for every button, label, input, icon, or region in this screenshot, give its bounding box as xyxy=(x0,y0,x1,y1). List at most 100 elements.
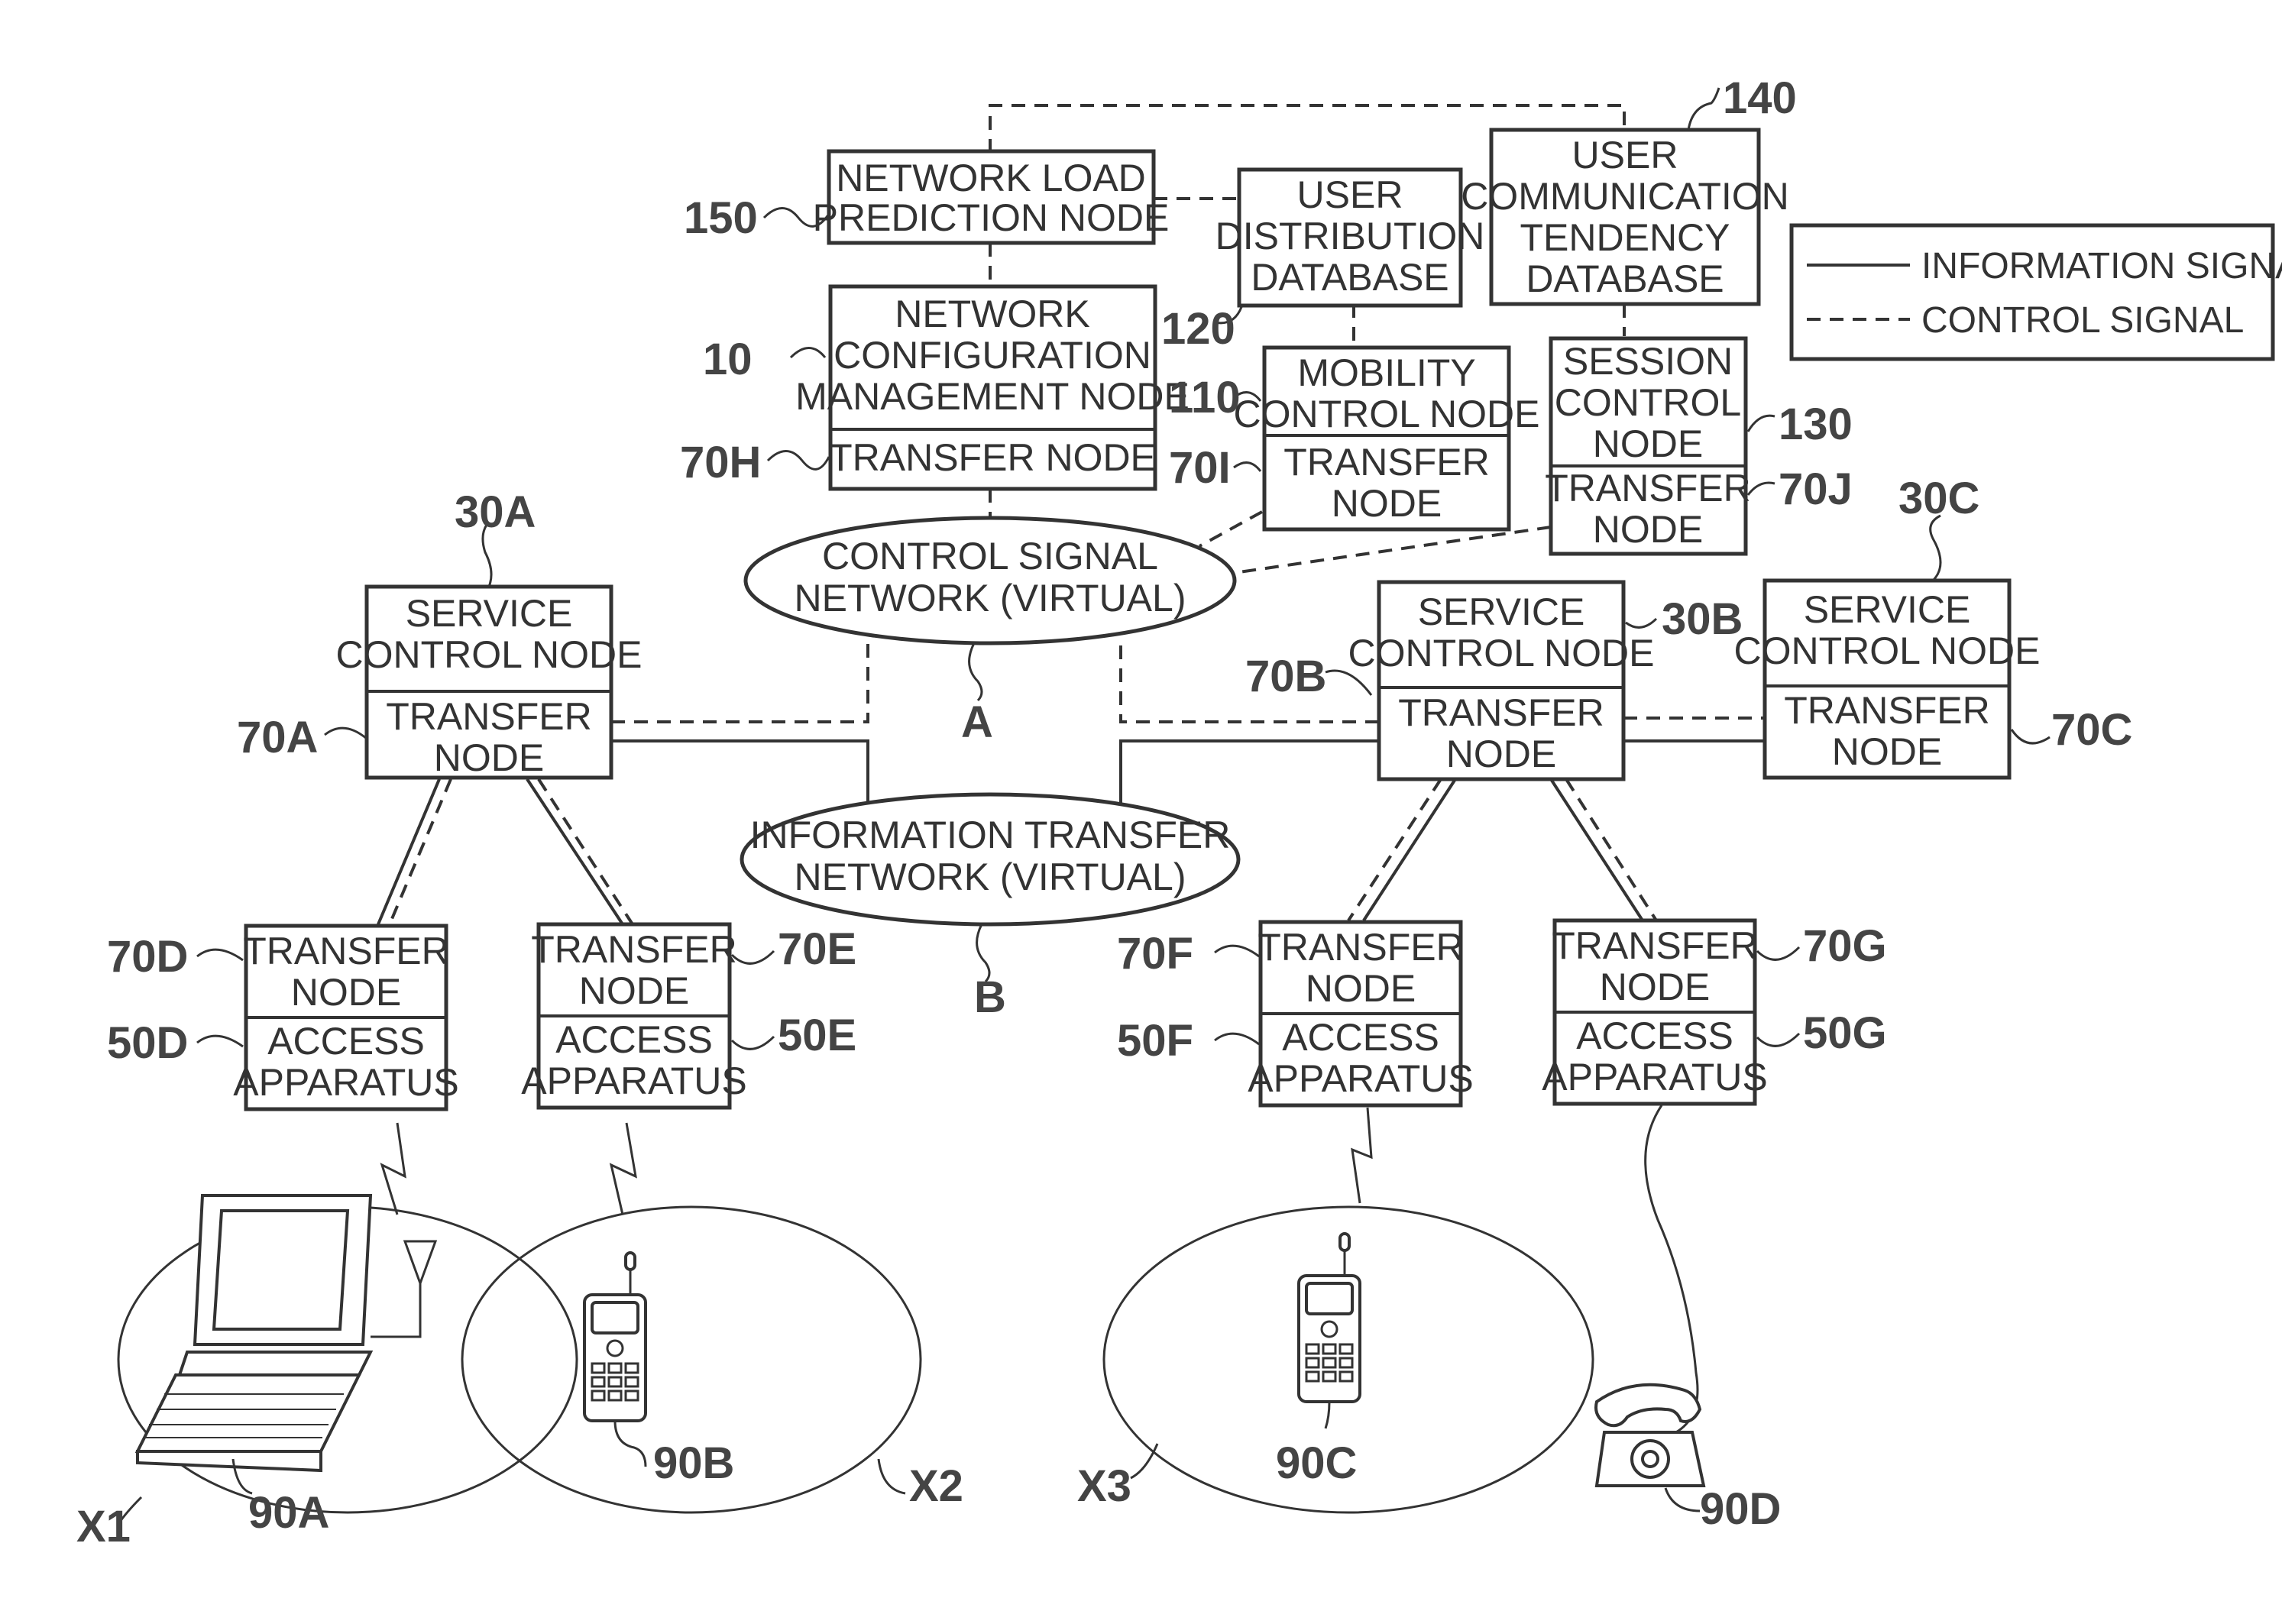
ref-50e: 50E xyxy=(778,1011,856,1060)
node-label: APPARATUS xyxy=(1248,1057,1473,1100)
ref-50g: 50G xyxy=(1803,1008,1887,1058)
user-communication-tendency-database: USER COMMUNICATION TENDENCY DATABASE 140 xyxy=(1461,73,1797,306)
ref-70b: 70B xyxy=(1245,652,1326,701)
ref-70e: 70E xyxy=(778,924,856,974)
node-label: CONTROL NODE xyxy=(1348,632,1655,675)
node-label: CONTROL NODE xyxy=(336,633,643,676)
network-load-prediction-node: NETWORK LOAD PREDICTION NODE 150 xyxy=(684,149,1170,245)
node-label: APPARATUS xyxy=(521,1059,746,1102)
node-label: SERVICE xyxy=(1804,588,1971,631)
ref-70i: 70I xyxy=(1169,443,1231,493)
wireless-link-icon xyxy=(1351,1107,1373,1204)
legend-control-signal: CONTROL SIGNAL xyxy=(1921,300,2244,341)
node-label: SESSION xyxy=(1563,340,1733,383)
area-label-x3: X3 xyxy=(1077,1461,1131,1511)
ref-50d: 50D xyxy=(107,1018,188,1068)
access-apparatus-50f: TRANSFER NODE ACCESS APPARATUS 70F 50F xyxy=(1117,920,1474,1108)
node-label: DISTRIBUTION xyxy=(1215,215,1485,257)
device-label-90d: 90D xyxy=(1700,1484,1781,1534)
node-label: MANAGEMENT NODE xyxy=(795,375,1190,418)
node-label: APPARATUS xyxy=(233,1061,458,1104)
node-label: NODE xyxy=(1332,482,1442,525)
node-label: USER xyxy=(1297,173,1403,216)
ref-110: 110 xyxy=(1169,373,1241,422)
service-control-node-30a: SERVICE CONTROL NODE SERVICE TRANSFER NO… xyxy=(237,487,643,780)
node-label: CONTROL NODE xyxy=(1234,393,1540,435)
node-label: TENDENCY xyxy=(1520,216,1730,259)
node-label: TRANSFER xyxy=(1552,924,1757,967)
node-label: TRANSFER xyxy=(1545,467,1750,510)
laptop-icon: 90A xyxy=(134,1194,438,1538)
node-label: CONTROL xyxy=(1555,381,1741,424)
ref-70a: 70A xyxy=(237,713,318,762)
node-label: SERVICE xyxy=(1418,590,1585,633)
network-label: NETWORK (VIRTUAL) xyxy=(795,856,1186,898)
ref-50f: 50F xyxy=(1117,1016,1193,1066)
node-label: TRANSFER xyxy=(1258,926,1463,969)
session-control-node: SESSION CONTROL NODE TRANSFER NODE 130 7… xyxy=(1545,336,1853,556)
network-label: CONTROL SIGNAL xyxy=(822,535,1158,577)
ref-150: 150 xyxy=(684,193,758,243)
mobile-phone-icon: 90B xyxy=(583,1251,734,1488)
network-diagram: INFORMATION SIGNAL CONTROL SIGNAL NETWOR… xyxy=(76,73,2282,1551)
node-label: APPARATUS xyxy=(1542,1056,1767,1098)
access-apparatus-50d: TRANSFER NODE ACCESS APPARATUS 70D 50D xyxy=(107,924,459,1111)
information-transfer-network: INFORMATION TRANSFER NETWORK (VIRTUAL) B xyxy=(740,792,1241,1022)
node-label: PREDICTION NODE xyxy=(813,196,1170,239)
ref-30c: 30C xyxy=(1898,474,1979,523)
node-label: ACCESS xyxy=(1282,1016,1439,1059)
node-label: TRANSFER NODE xyxy=(829,436,1156,479)
legend-information-signal: INFORMATION SIGNAL xyxy=(1921,246,2282,286)
legend: INFORMATION SIGNAL CONTROL SIGNAL xyxy=(1789,223,2282,361)
node-label: NODE xyxy=(434,736,544,779)
network-configuration-management-node: NETWORK CONFIGURATION MANAGEMENT NODE TR… xyxy=(680,284,1190,491)
node-label: NODE xyxy=(1306,967,1416,1010)
node-label: USER xyxy=(1572,134,1678,176)
ref-70g: 70G xyxy=(1803,921,1887,971)
wireless-link-icon xyxy=(380,1122,406,1215)
node-label: NODE xyxy=(1593,422,1703,465)
wireless-links xyxy=(380,1105,1699,1435)
node-label: TRANSFER xyxy=(531,928,736,971)
ref-30b: 30B xyxy=(1662,594,1743,644)
telephone-icon: 90D xyxy=(1594,1383,1781,1534)
node-label: NODE xyxy=(579,969,689,1012)
ref-70c: 70C xyxy=(2051,705,2132,755)
ref-70h: 70H xyxy=(680,438,761,487)
ref-120: 120 xyxy=(1161,304,1235,354)
ref-10: 10 xyxy=(703,335,753,384)
node-label: TRANSFER xyxy=(243,930,448,972)
ref-140: 140 xyxy=(1723,73,1797,123)
node-label: NODE xyxy=(1600,966,1710,1008)
ref-30a: 30A xyxy=(455,487,536,537)
area-label-x2: X2 xyxy=(909,1461,963,1511)
node-label: COMMUNICATION xyxy=(1461,175,1789,218)
node-label: NODE xyxy=(1832,730,1942,773)
node-label: SERVICE xyxy=(406,592,573,635)
network-label: NETWORK (VIRTUAL) xyxy=(795,577,1186,620)
service-control-node-30c: SERVICE CONTROL NODE TRANSFER NODE 30C 7… xyxy=(1734,474,2132,780)
node-label: TRANSFER xyxy=(1398,691,1604,734)
node-label: DATABASE xyxy=(1526,257,1724,300)
ref-b: B xyxy=(974,972,1006,1022)
node-label: MOBILITY xyxy=(1297,351,1475,394)
node-label: NETWORK LOAD xyxy=(836,157,1146,199)
ref-70d: 70D xyxy=(107,932,188,982)
service-control-node-30b: SERVICE CONTROL NODE TRANSFER NODE 30B 7… xyxy=(1245,580,1743,781)
access-apparatus-50g: TRANSFER NODE ACCESS APPARATUS 70G 50G xyxy=(1542,918,1887,1106)
control-signal-network: CONTROL SIGNAL NETWORK (VIRTUAL) A xyxy=(743,516,1237,747)
device-label-90a: 90A xyxy=(248,1488,329,1538)
node-label: ACCESS xyxy=(1576,1014,1733,1057)
ref-a: A xyxy=(961,697,993,747)
mobility-control-node: MOBILITY CONTROL NODE TRANSFER NODE 110 … xyxy=(1169,345,1540,532)
node-label: NODE xyxy=(1446,733,1556,775)
device-label-90c: 90C xyxy=(1276,1438,1357,1488)
node-label: TRANSFER xyxy=(386,695,591,738)
node-label: ACCESS xyxy=(267,1020,425,1063)
ref-70f: 70F xyxy=(1117,929,1193,979)
wireless-link-icon xyxy=(609,1122,637,1215)
device-label-90b: 90B xyxy=(653,1438,734,1488)
node-label: ACCESS xyxy=(555,1018,713,1061)
node-label: CONFIGURATION xyxy=(833,334,1151,377)
node-label: DATABASE xyxy=(1251,256,1449,299)
